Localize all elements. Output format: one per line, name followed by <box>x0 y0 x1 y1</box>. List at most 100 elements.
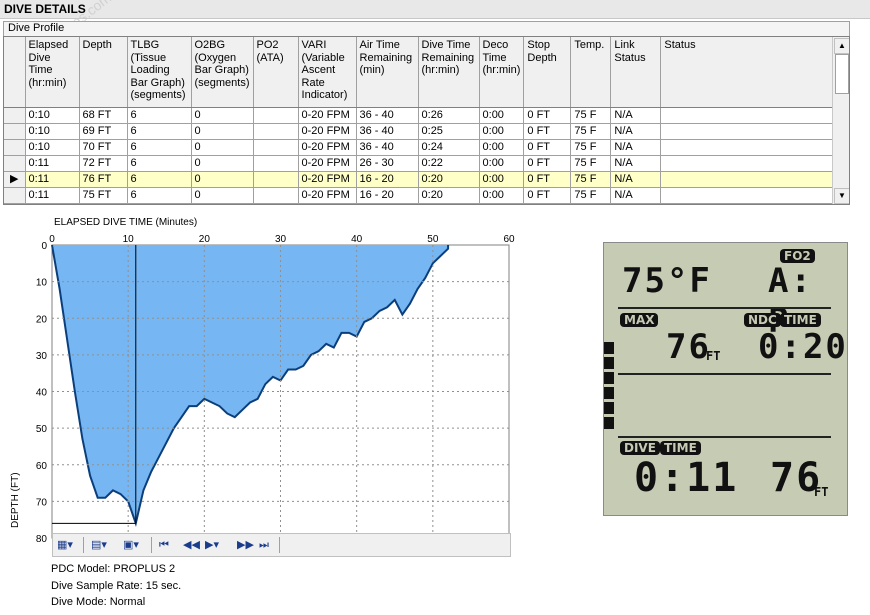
column-header[interactable]: TLBG (Tissue Loading Bar Graph) (segment… <box>127 37 192 108</box>
table-cell: 75 F <box>570 171 612 188</box>
tlbg-segment <box>604 342 614 354</box>
lcd-max-unit: FT <box>706 349 721 363</box>
table-cell: 69 FT <box>79 123 128 140</box>
table-row[interactable]: 0:11 75 FT 6 0 0-20 FPM 16 - 20 0:20 0:00 0 FT 75… <box>4 187 838 204</box>
y-axis-title: DEPTH (FT) <box>10 472 21 528</box>
table-cell: 0:11 <box>25 155 80 172</box>
image-icon[interactable]: ▣▾ <box>123 537 139 553</box>
table-cell: 6 <box>127 123 192 140</box>
table-cell: 0:00 <box>479 155 525 172</box>
table-cell: N/A <box>610 187 662 204</box>
x-axis-title: ELAPSED DIVE TIME (Minutes) <box>54 217 197 228</box>
dive-profile-table[interactable]: Elapsed Dive Time (hr:min) Depth TLBG (Tis… <box>3 36 850 205</box>
table-cell: 36 - 40 <box>356 139 419 156</box>
column-header[interactable]: Air Time Remaining (min) <box>356 37 419 108</box>
lcd-ndc-time: 0:20 <box>758 327 848 367</box>
title-bar: DIVE DETAILS <box>0 0 870 19</box>
export-icon[interactable]: ▤▾ <box>91 537 107 553</box>
column-header[interactable]: PO2 (ATA) <box>253 37 299 108</box>
table-cell: 0:00 <box>479 123 525 140</box>
table-cell <box>253 123 299 140</box>
column-header[interactable]: VARI (Variable Ascent Rate Indicator) <box>298 37 357 108</box>
ndc-time-tag: TIME <box>780 313 821 327</box>
column-header[interactable]: Status <box>660 37 838 108</box>
table-cell <box>660 107 838 124</box>
table-cell: 6 <box>127 139 192 156</box>
x-tick-label: 20 <box>199 234 211 245</box>
play-icon[interactable]: ▶▾ <box>205 537 219 553</box>
table-cell: 68 FT <box>79 107 128 124</box>
table-cell: 0-20 FPM <box>298 123 357 140</box>
row-selector[interactable] <box>4 139 26 156</box>
table-cell: 0 FT <box>523 187 572 204</box>
ndc-tag: NDC <box>744 313 781 327</box>
lcd-dive-time: 0:11 <box>634 455 739 501</box>
table-cell: 0:24 <box>418 139 480 156</box>
table-cell: 0 <box>191 139 254 156</box>
y-tick-label: 40 <box>36 388 48 399</box>
table-cell <box>253 155 299 172</box>
table-cell <box>253 107 299 124</box>
forward-icon[interactable]: ▶▶ <box>237 537 254 553</box>
row-selector[interactable] <box>4 123 26 140</box>
column-header[interactable]: Dive Time Remaining (hr:min) <box>418 37 480 108</box>
table-cell: 0-20 FPM <box>298 171 357 188</box>
dive-time-tag: TIME <box>660 441 701 455</box>
table-cell: 26 - 30 <box>356 155 419 172</box>
toolbar-separator <box>83 537 84 553</box>
chart-color-icon[interactable]: ▦▾ <box>57 537 73 553</box>
table-cell: 0-20 FPM <box>298 187 357 204</box>
depth-chart-svg[interactable]: 0 10 20 30 40 50 60 0 10 20 30 40 50 60 70 80 ELAPSED DI… <box>0 205 600 555</box>
last-icon[interactable]: ⏭ <box>259 537 269 553</box>
row-selector[interactable]: ▶ <box>4 171 26 188</box>
first-icon[interactable]: ⏮ <box>159 537 169 553</box>
table-cell: 0:11 <box>25 187 80 204</box>
y-tick-label: 10 <box>36 278 48 289</box>
table-row[interactable]: 0:10 70 FT 6 0 0-20 FPM 36 - 40 0:24 0:00 0 FT 75… <box>4 139 838 156</box>
vertical-scrollbar[interactable]: ▲ ▼ <box>832 37 849 204</box>
column-header[interactable]: Link Status <box>610 37 662 108</box>
dive-profile-label: Dive Profile <box>8 22 65 34</box>
table-row[interactable]: 0:10 68 FT 6 0 0-20 FPM 36 - 40 0:26 0:00 0 FT 75… <box>4 107 838 124</box>
dive-profile-group: Dive Profile <box>3 21 850 36</box>
row-selector[interactable] <box>4 155 26 172</box>
column-header[interactable]: Stop Depth <box>523 37 572 108</box>
scroll-thumb[interactable] <box>835 54 849 94</box>
table-cell: 0-20 FPM <box>298 107 357 124</box>
table-row[interactable]: ▶ 0:11 76 FT 6 0 0-20 FPM 16 - 20 0:20 0:00 0 FT 7… <box>4 171 838 188</box>
lcd-divider <box>618 373 831 375</box>
table-cell: 0:11 <box>25 171 80 188</box>
column-header[interactable]: Depth <box>79 37 128 108</box>
column-header[interactable]: Temp. <box>570 37 612 108</box>
tlbg-segment <box>604 387 614 399</box>
column-header[interactable]: O2BG (Oxygen Bar Graph) (segments) <box>191 37 254 108</box>
dive-mode-text: Dive Mode: Normal <box>51 596 146 608</box>
table-cell: 75 F <box>570 155 612 172</box>
table-cell: 0:00 <box>479 171 525 188</box>
table-cell: 75 F <box>570 139 612 156</box>
table-cell: 0 <box>191 171 254 188</box>
column-header[interactable]: Deco Time (hr:min) <box>479 37 525 108</box>
table-cell: 6 <box>127 187 192 204</box>
y-tick-label: 80 <box>36 534 48 545</box>
row-selector[interactable] <box>4 107 26 124</box>
depth-chart[interactable]: 0 10 20 30 40 50 60 0 10 20 30 40 50 60 70 80 ELAPSED DI… <box>0 205 600 555</box>
table-row[interactable]: 0:11 72 FT 6 0 0-20 FPM 26 - 30 0:22 0:00 0 FT 75… <box>4 155 838 172</box>
x-tick-label: 10 <box>123 234 135 245</box>
scroll-up-icon[interactable]: ▲ <box>834 38 849 54</box>
table-cell: 76 FT <box>79 171 128 188</box>
rewind-icon[interactable]: ◀◀ <box>183 537 200 553</box>
y-tick-label: 30 <box>36 351 48 362</box>
table-row[interactable]: 0:10 69 FT 6 0 0-20 FPM 36 - 40 0:25 0:00 0 FT 75… <box>4 123 838 140</box>
table-cell: 75 F <box>570 187 612 204</box>
header-row: Elapsed Dive Time (hr:min) Depth TLBG (Tis… <box>4 37 838 108</box>
table-cell: 36 - 40 <box>356 123 419 140</box>
row-selector[interactable] <box>4 187 26 204</box>
x-tick-label: 40 <box>351 234 363 245</box>
column-header[interactable]: Elapsed Dive Time (hr:min) <box>25 37 80 108</box>
toolbar-separator <box>279 537 280 553</box>
table-cell: 75 F <box>570 107 612 124</box>
scroll-down-icon[interactable]: ▼ <box>834 188 849 204</box>
table-cell: 6 <box>127 107 192 124</box>
table-cell: N/A <box>610 155 662 172</box>
